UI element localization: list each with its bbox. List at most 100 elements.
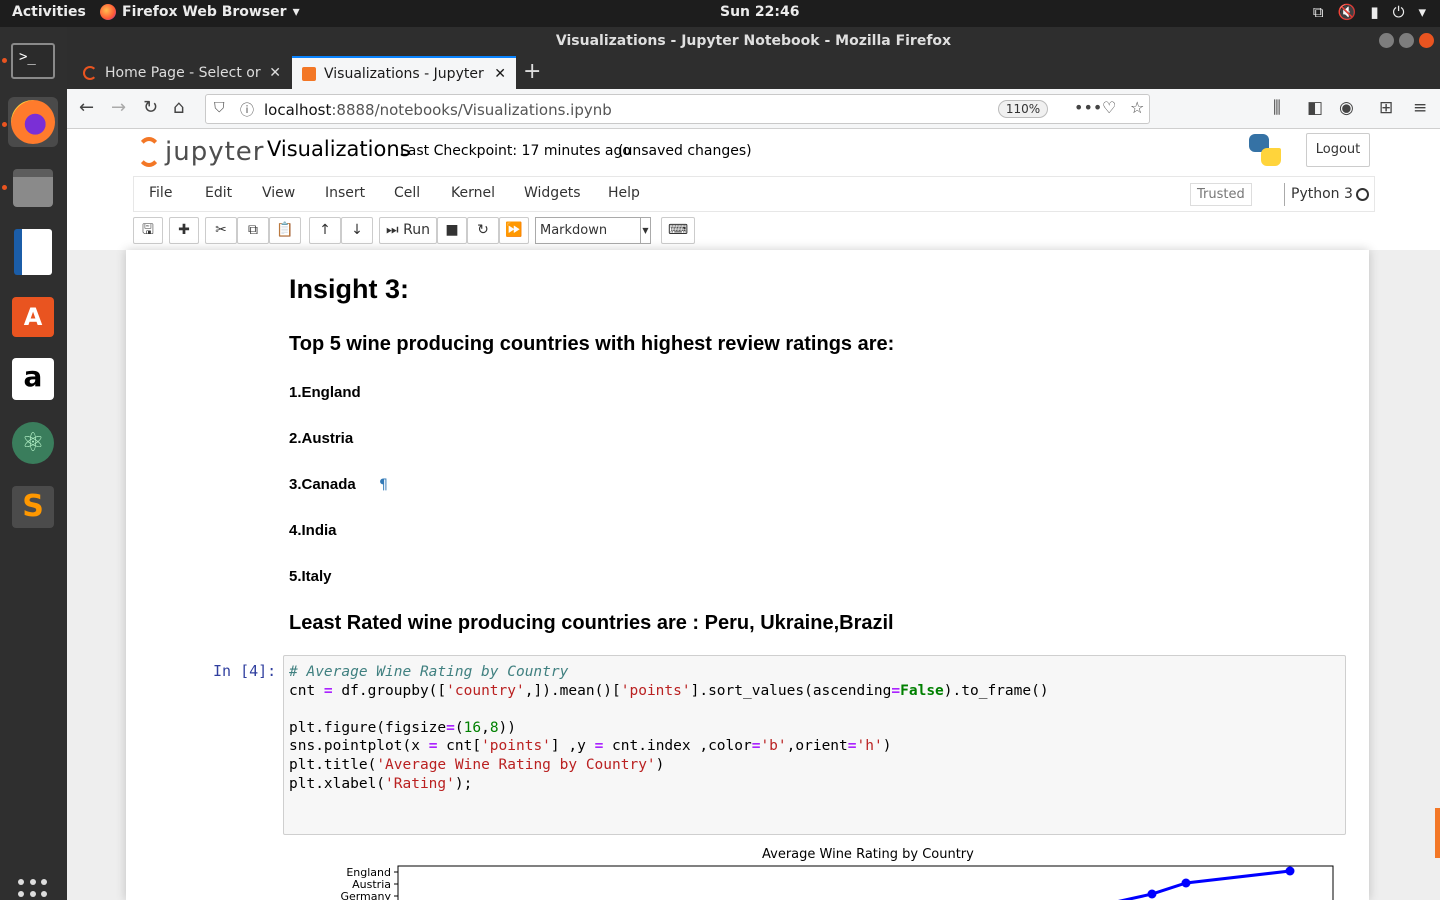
terminal-launcher[interactable]: >_ <box>8 36 58 86</box>
system-tray[interactable]: ⧉ 🔇 ▮ ⏻ ▾ <box>1313 3 1426 21</box>
maximize-button[interactable] <box>1399 33 1414 48</box>
library-icon[interactable]: ⫼ <box>1273 98 1281 118</box>
run-button[interactable]: ⏭ Run <box>379 217 437 244</box>
menu-widgets[interactable]: Widgets <box>524 185 581 201</box>
power-icon: ⏻ <box>1392 3 1405 21</box>
bookmark-star-icon[interactable]: ☆ <box>1130 98 1144 117</box>
least-rated-heading: Least Rated wine producing countries are… <box>289 612 894 634</box>
hamburger-menu-icon[interactable]: ≡ <box>1413 98 1427 118</box>
sidebar-icon[interactable]: ◧ <box>1307 98 1323 118</box>
insight-heading: Insight 3: <box>289 274 409 304</box>
running-indicator <box>2 58 7 63</box>
amazon-launcher[interactable]: a <box>8 354 58 404</box>
menu-edit[interactable]: Edit <box>205 185 232 201</box>
move-down-button[interactable]: ↓ <box>341 217 373 244</box>
forward-icon[interactable]: → <box>111 97 126 118</box>
url-bar[interactable]: ⛉ ⓘ localhost:8888/notebooks/Visualizati… <box>205 94 1150 124</box>
copy-cell-button[interactable]: ⧉ <box>237 217 269 244</box>
show-apps-icon[interactable] <box>18 879 48 900</box>
tracking-shield-icon[interactable]: ⛉ <box>214 100 225 116</box>
menu-cell[interactable]: Cell <box>394 185 420 201</box>
home-icon[interactable]: ⌂ <box>173 97 184 118</box>
kernel-name[interactable]: Python 3 <box>1284 183 1353 206</box>
tab-visualizations[interactable]: Visualizations - Jupyter N ✕ <box>292 56 516 89</box>
site-info-icon[interactable]: ⓘ <box>240 100 254 120</box>
save-button[interactable]: 🖫 <box>133 217 163 244</box>
insert-cell-button[interactable]: ✚ <box>169 217 199 244</box>
software-launcher[interactable]: A <box>8 292 58 342</box>
paste-cell-button[interactable]: 📋 <box>269 217 301 244</box>
code-cell-editor[interactable]: # Average Wine Rating by Country cnt = d… <box>283 655 1346 835</box>
zoom-level-badge[interactable]: 110% <box>998 100 1048 118</box>
url-text[interactable]: localhost:8888/notebooks/Visualizations.… <box>264 101 612 119</box>
pocket-icon[interactable]: ♡ <box>1102 98 1116 117</box>
menu-insert[interactable]: Insert <box>325 185 365 201</box>
restart-button[interactable]: ↻ <box>467 217 499 244</box>
atom-launcher[interactable]: ⚛ <box>8 418 58 468</box>
move-up-button[interactable]: ↑ <box>309 217 341 244</box>
logout-button[interactable]: Logout <box>1306 133 1370 167</box>
firefox-icon <box>11 100 55 144</box>
code-text[interactable]: # Average Wine Rating by Country cnt = d… <box>289 663 1049 793</box>
menu-kernel[interactable]: Kernel <box>451 185 495 201</box>
interrupt-button[interactable]: ■ <box>437 217 467 244</box>
anchor-link[interactable]: ¶ <box>379 477 388 493</box>
jupyter-logo[interactable]: jupyter <box>137 137 264 167</box>
account-icon[interactable]: ◉ <box>1339 98 1354 118</box>
cell-type-select[interactable]: Markdown ▼ <box>535 217 651 244</box>
navigation-toolbar: ← → ↻ ⌂ ⛉ ⓘ localhost:8888/notebooks/Vis… <box>67 89 1440 129</box>
files-launcher[interactable] <box>8 163 58 213</box>
window-titlebar: Visualizations - Jupyter Notebook - Mozi… <box>67 27 1440 55</box>
tab-label: Home Page - Select or cre <box>105 64 261 81</box>
scissors-icon: ✂ <box>215 222 227 238</box>
new-tab-icon[interactable]: + <box>523 59 541 84</box>
close-tab-icon[interactable]: ✕ <box>269 65 281 81</box>
command-palette-button[interactable]: ⌨ <box>661 217 695 244</box>
menu-view[interactable]: View <box>262 185 295 201</box>
data-point <box>1285 866 1295 876</box>
notebook-scroll-area[interactable]: Insight 3: Top 5 wine producing countrie… <box>67 250 1440 900</box>
sublime-launcher[interactable]: S <box>8 482 58 532</box>
scrollbar-indicator[interactable] <box>1435 808 1440 858</box>
keyboard-icon: ⌨ <box>667 222 689 238</box>
amazon-icon: a <box>12 358 54 400</box>
cut-cell-button[interactable]: ✂ <box>205 217 237 244</box>
close-tab-icon[interactable]: ✕ <box>494 66 506 82</box>
trusted-badge[interactable]: Trusted <box>1190 183 1252 206</box>
checkpoint-status: Last Checkpoint: 17 minutes ago <box>400 143 631 159</box>
clock[interactable]: Sun 22:46 <box>720 4 799 20</box>
close-window-button[interactable] <box>1419 33 1434 48</box>
writer-icon <box>14 229 52 275</box>
minimize-button[interactable] <box>1379 33 1394 48</box>
step-forward-icon: ⏭ <box>386 222 399 238</box>
notebook-menubar: File Edit View Insert Cell Kernel Widget… <box>133 176 1375 212</box>
restart-icon: ↻ <box>477 222 489 238</box>
back-icon[interactable]: ← <box>79 97 94 118</box>
page-actions-icon[interactable]: ••• <box>1074 98 1102 117</box>
firefox-launcher[interactable] <box>8 97 58 147</box>
loading-icon <box>83 65 97 80</box>
extensions-icon[interactable]: ⊞ <box>1379 98 1393 118</box>
top5-heading: Top 5 wine producing countries with high… <box>289 333 895 355</box>
notebook-page: Insight 3: Top 5 wine producing countrie… <box>126 250 1369 900</box>
menu-file[interactable]: File <box>149 185 172 201</box>
menu-help[interactable]: Help <box>608 185 640 201</box>
pointplot-output: England Austria Germany <box>340 865 1334 900</box>
app-menu[interactable]: Firefox Web Browser ▾ <box>100 4 300 20</box>
notebook-title[interactable]: Visualizations <box>267 137 411 161</box>
restart-run-all-button[interactable]: ⏩ <box>499 217 529 244</box>
tab-home-page[interactable]: Home Page - Select or cre ✕ <box>73 56 291 89</box>
system-top-bar: Activities Firefox Web Browser ▾ Sun 22:… <box>0 0 1440 27</box>
writer-launcher[interactable] <box>8 227 58 277</box>
fast-forward-icon: ⏩ <box>505 222 523 238</box>
window-title: Visualizations - Jupyter Notebook - Mozi… <box>555 33 952 49</box>
paste-icon: 📋 <box>276 222 294 238</box>
chevron-down-icon: ▾ <box>292 4 300 20</box>
activities-button[interactable]: Activities <box>12 4 86 20</box>
data-point <box>1181 878 1191 888</box>
running-indicator <box>2 185 7 190</box>
kernel-idle-indicator <box>1356 188 1369 201</box>
battery-icon: ▮ <box>1370 3 1379 21</box>
volume-icon: 🔇 <box>1337 3 1357 21</box>
reload-icon[interactable]: ↻ <box>143 97 158 118</box>
